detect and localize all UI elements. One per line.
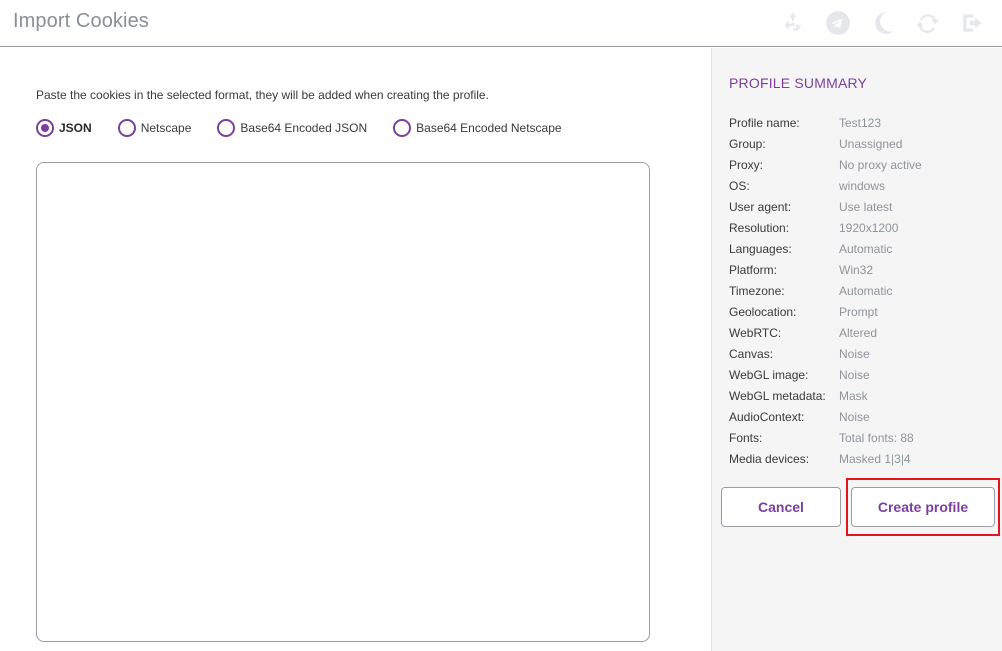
recycle-icon[interactable] [778, 8, 808, 38]
summary-value: Automatic [839, 284, 893, 298]
telegram-icon[interactable] [823, 8, 853, 38]
summary-title: PROFILE SUMMARY [729, 75, 868, 91]
cookie-import-panel: Paste the cookies in the selected format… [0, 48, 711, 651]
summary-row-os: OS: windows [729, 179, 922, 200]
moon-icon[interactable] [868, 8, 898, 38]
instruction-text: Paste the cookies in the selected format… [36, 88, 489, 102]
summary-key: Canvas: [729, 347, 774, 361]
summary-key: Languages: [729, 242, 792, 256]
summary-row-audiocontext: AudioContext: Noise [729, 410, 922, 431]
summary-key: User agent: [729, 200, 792, 214]
summary-row-media-devices: Media devices: Masked 1|3|4 [729, 452, 922, 473]
summary-value: 1920x1200 [839, 221, 899, 235]
summary-value: Prompt [839, 305, 878, 319]
summary-value: Automatic [839, 242, 893, 256]
summary-key: AudioContext: [729, 410, 805, 424]
create-profile-button[interactable]: Create profile [851, 487, 995, 527]
summary-value: Unassigned [839, 137, 903, 151]
profile-summary-panel: PROFILE SUMMARY Profile name: Test123 Gro… [711, 48, 1002, 651]
summary-row-group: Group: Unassigned [729, 137, 922, 158]
summary-value: Altered [839, 326, 878, 340]
summary-key: WebGL image: [729, 368, 809, 382]
summary-row-fonts: Fonts: Total fonts: 88 [729, 431, 922, 452]
summary-value: No proxy active [839, 158, 922, 172]
summary-key: Group: [729, 137, 766, 151]
summary-key: Media devices: [729, 452, 810, 466]
summary-value: Noise [839, 347, 870, 361]
summary-list: Profile name: Test123 Group: Unassigned Pr… [729, 116, 922, 473]
cancel-button[interactable]: Cancel [721, 487, 841, 527]
summary-row-profile-name: Profile name: Test123 [729, 116, 922, 137]
summary-key: Platform: [729, 263, 778, 277]
format-radio-netscape[interactable] [117, 119, 136, 137]
cookie-input[interactable] [36, 162, 650, 642]
cookie-format-group: JSON Netscape Base64 Encoded JSON Base64… [36, 119, 588, 137]
summary-row-webrtc: WebRTC: Altered [729, 326, 922, 347]
format-label-base64-netscape: Base64 Encoded Netscape [416, 121, 562, 135]
format-radio-base64-json[interactable] [217, 119, 236, 137]
summary-value: Mask [839, 389, 868, 403]
refresh-icon[interactable] [913, 8, 943, 38]
summary-row-geolocation: Geolocation: Prompt [729, 305, 922, 326]
format-option-base64-netscape[interactable]: Base64 Encoded Netscape [393, 119, 562, 137]
summary-key: Fonts: [729, 431, 763, 445]
format-option-json[interactable]: JSON [36, 119, 92, 137]
summary-row-languages: Languages: Automatic [729, 242, 922, 263]
summary-key: WebGL metadata: [729, 389, 826, 403]
summary-value: Test123 [839, 116, 882, 130]
summary-value: Masked 1|3|4 [839, 452, 911, 466]
summary-value: windows [839, 179, 886, 193]
summary-key: Timezone: [729, 284, 785, 298]
summary-key: Proxy: [729, 158, 764, 172]
format-label-json: JSON [59, 121, 92, 135]
summary-row-platform: Platform: Win32 [729, 263, 922, 284]
summary-row-webgl-image: WebGL image: Noise [729, 368, 922, 389]
header-toolbar [778, 8, 988, 38]
format-option-netscape[interactable]: Netscape [117, 119, 192, 137]
summary-key: OS: [729, 179, 750, 193]
summary-key: Resolution: [729, 221, 790, 235]
format-option-base64-json[interactable]: Base64 Encoded JSON [217, 119, 367, 137]
summary-row-proxy: Proxy: No proxy active [729, 158, 922, 179]
summary-key: Profile name: [729, 116, 800, 130]
logout-icon[interactable] [958, 8, 988, 38]
summary-value: Win32 [839, 263, 874, 277]
summary-row-webgl-metadata: WebGL metadata: Mask [729, 389, 922, 410]
summary-row-canvas: Canvas: Noise [729, 347, 922, 368]
page-title: Import Cookies [13, 10, 149, 32]
summary-row-resolution: Resolution: 1920x1200 [729, 221, 922, 242]
summary-key: Geolocation: [729, 305, 797, 319]
format-label-netscape: Netscape [140, 121, 192, 135]
summary-value: Total fonts: 88 [839, 431, 914, 445]
format-radio-json[interactable] [36, 119, 54, 137]
summary-row-timezone: Timezone: Automatic [729, 284, 922, 305]
format-radio-base64-netscape[interactable] [393, 119, 412, 137]
summary-value: Noise [839, 368, 870, 382]
summary-row-user-agent: User agent: Use latest [729, 200, 922, 221]
summary-key: WebRTC: [729, 326, 782, 340]
app-header: Import Cookies [0, 0, 1002, 47]
summary-value: Use latest [839, 200, 893, 214]
summary-value: Noise [839, 410, 870, 424]
format-label-base64-json: Base64 Encoded JSON [240, 121, 368, 135]
